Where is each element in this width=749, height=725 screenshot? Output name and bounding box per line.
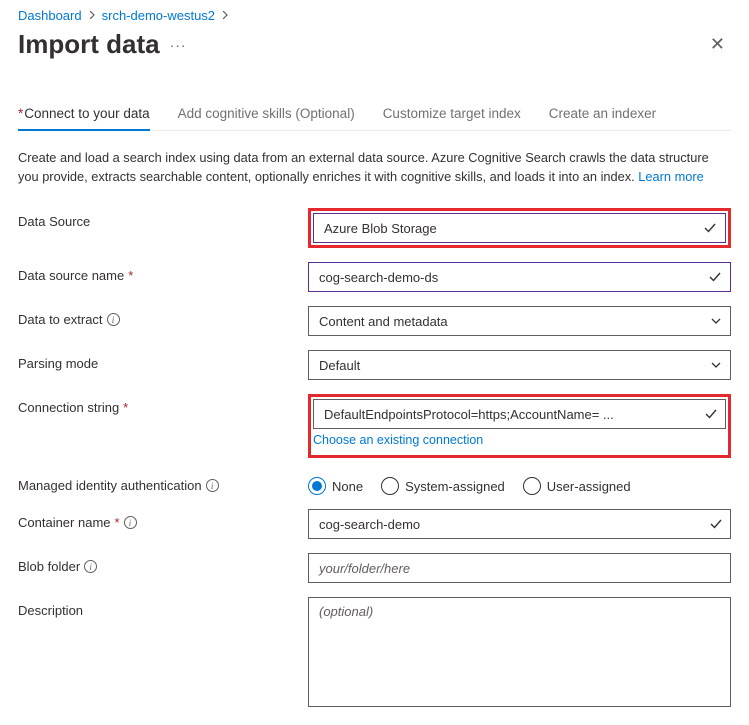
close-icon[interactable]: ✕ [704,30,731,59]
container-name-value: cog-search-demo [319,517,420,532]
breadcrumb-resource[interactable]: srch-demo-westus2 [102,8,215,23]
chevron-down-icon [710,359,722,371]
connection-string-value: DefaultEndpointsProtocol=https;AccountNa… [324,407,614,422]
page-title: Import data [18,29,160,60]
data-source-name-value: cog-search-demo-ds [319,270,438,285]
data-source-value: Azure Blob Storage [324,221,437,236]
info-icon[interactable]: i [124,516,137,529]
checkmark-icon [703,221,717,235]
highlight-data-source: Azure Blob Storage [308,208,731,248]
label-managed-identity: Managed identity authentication i [18,472,308,493]
breadcrumb: Dashboard srch-demo-westus2 [18,8,731,23]
radio-system-assigned[interactable]: System-assigned [381,477,505,495]
checkmark-icon [709,517,723,531]
intro-text: Create and load a search index using dat… [18,149,731,186]
tab-connect-data[interactable]: *Connect to your data [18,100,150,131]
wizard-tabs: *Connect to your data Add cognitive skil… [18,100,731,131]
label-blob-folder: Blob folder i [18,553,308,574]
more-actions-button[interactable]: ··· [170,37,187,53]
chevron-down-icon [710,315,722,327]
data-source-select[interactable]: Azure Blob Storage [313,213,726,243]
checkmark-icon [704,407,718,421]
radio-none[interactable]: None [308,477,363,495]
data-source-name-input[interactable]: cog-search-demo-ds [308,262,731,292]
radio-user-assigned[interactable]: User-assigned [523,477,631,495]
info-icon[interactable]: i [84,560,97,573]
label-description: Description [18,597,308,618]
managed-identity-radios: None System-assigned User-assigned [308,472,731,495]
highlight-connection-string: DefaultEndpointsProtocol=https;AccountNa… [308,394,731,458]
label-container-name: Container name* i [18,509,308,530]
tab-create-indexer[interactable]: Create an indexer [549,100,656,130]
data-to-extract-select[interactable]: Content and metadata [308,306,731,336]
parsing-mode-select[interactable]: Default [308,350,731,380]
label-data-to-extract: Data to extract i [18,306,308,327]
label-parsing-mode: Parsing mode [18,350,308,371]
label-connection-string: Connection string* [18,394,308,415]
breadcrumb-dashboard[interactable]: Dashboard [18,8,82,23]
chevron-right-icon [88,10,96,22]
connection-string-input[interactable]: DefaultEndpointsProtocol=https;AccountNa… [313,399,726,429]
parsing-mode-value: Default [319,358,360,373]
blob-folder-input[interactable]: your/folder/here [308,553,731,583]
tab-customize-index[interactable]: Customize target index [383,100,521,130]
label-data-source-name: Data source name* [18,262,308,283]
data-to-extract-value: Content and metadata [319,314,448,329]
tab-cognitive-skills[interactable]: Add cognitive skills (Optional) [178,100,355,130]
chevron-right-icon [221,10,229,22]
blob-folder-placeholder: your/folder/here [319,561,410,576]
learn-more-link[interactable]: Learn more [638,169,703,184]
description-placeholder: (optional) [319,604,373,619]
choose-existing-connection-link[interactable]: Choose an existing connection [313,433,483,447]
container-name-input[interactable]: cog-search-demo [308,509,731,539]
label-data-source: Data Source [18,208,308,229]
checkmark-icon [708,270,722,284]
info-icon[interactable]: i [206,479,219,492]
info-icon[interactable]: i [107,313,120,326]
description-textarea[interactable]: (optional) [308,597,731,707]
